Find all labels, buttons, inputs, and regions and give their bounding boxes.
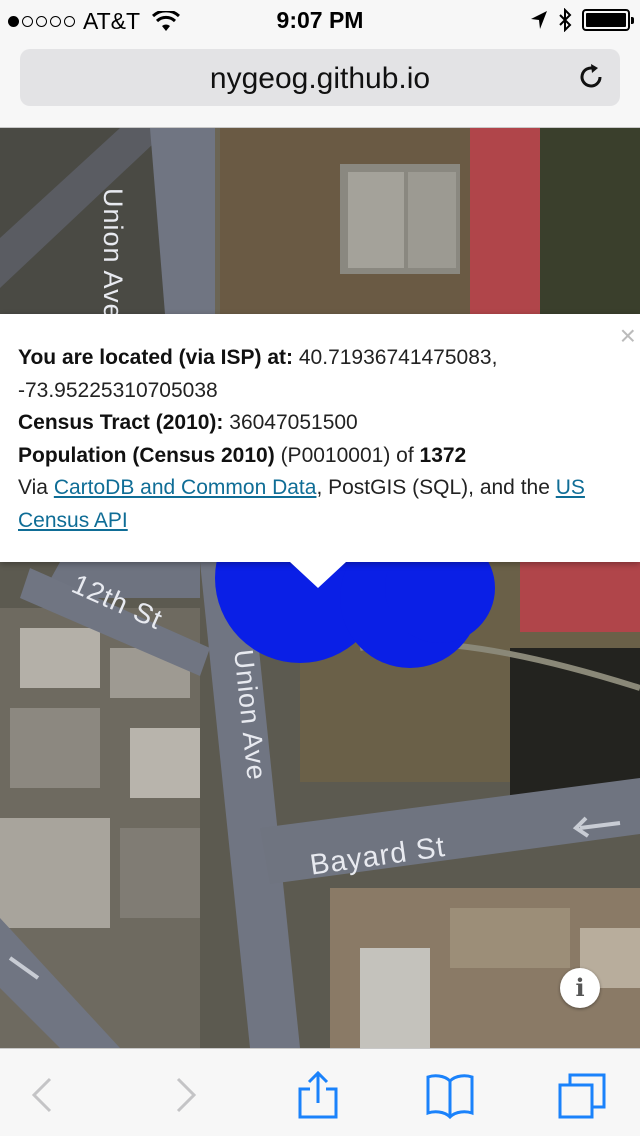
status-right: [530, 8, 634, 32]
population-label: Population (Census 2010): [18, 443, 275, 467]
source-prefix: Via: [18, 476, 48, 499]
popup-location-line: You are located (via ISP) at: 40.7193674…: [18, 342, 622, 407]
location-arrow-icon: [531, 11, 547, 29]
info-popup: × You are located (via ISP) at: 40.71936…: [0, 314, 640, 562]
back-icon[interactable]: [20, 1071, 68, 1119]
address-bar-area: nygeog.github.io: [0, 40, 640, 128]
tabs-icon[interactable]: [558, 1071, 606, 1119]
popup-source-line: Via CartoDB and Common Data, PostGIS (SQ…: [18, 472, 622, 537]
popup-tip: [290, 562, 346, 588]
cartodb-link[interactable]: CartoDB and Common Data: [54, 476, 317, 499]
location-label: You are located (via ISP) at:: [18, 346, 294, 369]
browser-toolbar: [0, 1048, 640, 1136]
close-icon[interactable]: ×: [620, 320, 636, 353]
population-value: 1372: [419, 443, 467, 467]
source-middle: , PostGIS (SQL), and the: [316, 476, 550, 499]
bookmarks-icon[interactable]: [426, 1071, 474, 1119]
forward-icon[interactable]: [160, 1071, 208, 1119]
tract-value: 36047051500: [229, 411, 358, 434]
share-icon[interactable]: [294, 1071, 342, 1119]
status-bar: AT&T 9:07 PM: [0, 0, 640, 40]
reload-icon[interactable]: [576, 62, 606, 92]
bluetooth-icon: [559, 8, 572, 32]
popup-population-line: Population (Census 2010) (P0010001) of 1…: [18, 440, 622, 473]
map-view[interactable]: Union Ave 12th St Union Ave Bayard St: [0, 128, 640, 1048]
population-code: (P0010001) of: [280, 443, 414, 467]
address-bar[interactable]: nygeog.github.io: [20, 49, 620, 106]
url-text: nygeog.github.io: [209, 62, 431, 95]
tract-label: Census Tract (2010):: [18, 411, 224, 434]
location-markers: [215, 493, 495, 668]
popup-tract-line: Census Tract (2010): 36047051500: [18, 407, 622, 440]
info-icon[interactable]: i: [560, 968, 600, 1008]
battery-icon: [582, 9, 634, 31]
